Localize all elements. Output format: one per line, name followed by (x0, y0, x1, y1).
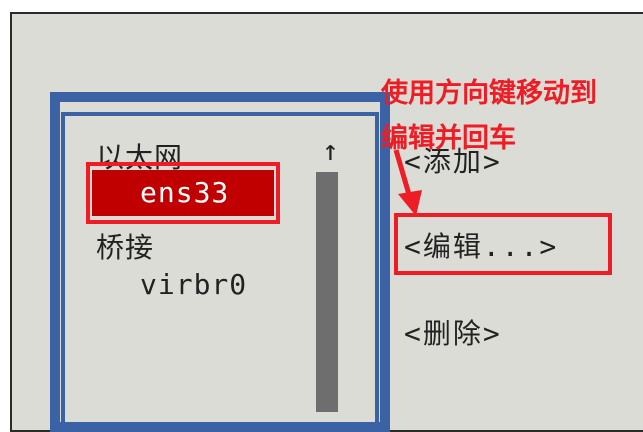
list-item-virbr0[interactable]: virbr0 (140, 268, 247, 301)
instruction-line-1: 使用方向键移动到 (381, 78, 597, 109)
delete-button[interactable]: <删除> (404, 312, 502, 352)
ens33-highlight-annotation (86, 162, 280, 224)
scroll-up-arrow-icon[interactable]: ↑ (322, 134, 339, 167)
instruction-annotation: 使用方向键移动到 编辑并回车 (381, 71, 643, 161)
instruction-line-2: 编辑并回车 (381, 123, 516, 154)
scrollbar[interactable] (316, 172, 338, 412)
edit-highlight-annotation (394, 213, 612, 275)
category-bridge: 桥接 (96, 231, 155, 264)
